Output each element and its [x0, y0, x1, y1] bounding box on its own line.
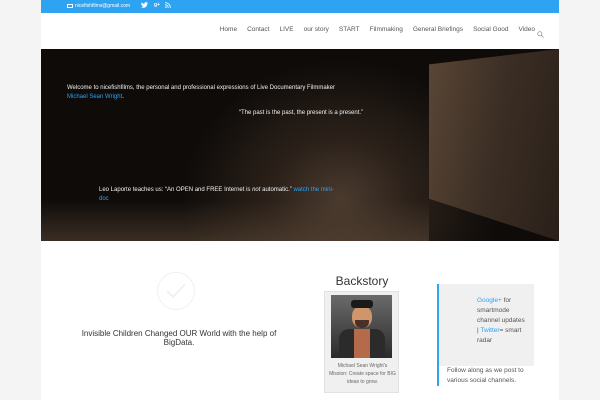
nav-menu: Home Contact LIVE our story START Filmma…: [220, 26, 535, 33]
nav-item-live[interactable]: LIVE: [279, 26, 293, 33]
welcome-period: .: [122, 94, 124, 100]
hero-quote: “The past is the past, the present is a …: [239, 110, 364, 116]
nav-item-start[interactable]: START: [339, 26, 360, 33]
top-bar: nicefishfilms@gmail.com g+: [41, 0, 559, 13]
filmmaker-link[interactable]: Michael Sean Wright: [67, 94, 122, 100]
hero-background-wall: [429, 49, 559, 241]
social-updates-text: Google+ for smartmode channel updates | …: [477, 296, 527, 346]
twitter-icon[interactable]: [141, 2, 148, 10]
leo-prefix: Leo Laporte teaches us: “An OPEN and FRE…: [99, 187, 253, 193]
rss-icon[interactable]: [164, 2, 171, 10]
backstory-title: Backstory: [335, 274, 389, 288]
hero-background-floor: [41, 199, 429, 241]
nav-item-filmmaking[interactable]: Filmmaking: [370, 26, 403, 33]
nav-item-general-briefings[interactable]: General Briefings: [413, 26, 463, 33]
hero-leo-text: Leo Laporte teaches us: “An OPEN and FRE…: [99, 186, 339, 204]
checkmark-icon: [157, 272, 195, 310]
email-address[interactable]: nicefishfilms@gmail.com: [75, 3, 130, 9]
backstory-caption: Michael Sean Wright's Mission: Create sp…: [329, 363, 396, 385]
twitter-link[interactable]: Twitter: [480, 327, 499, 334]
nav-item-home[interactable]: Home: [220, 26, 237, 33]
top-bar-email[interactable]: nicefishfilms@gmail.com: [67, 3, 130, 9]
main-navigation: Home Contact LIVE our story START Filmma…: [41, 13, 559, 50]
nav-item-contact[interactable]: Contact: [247, 26, 269, 33]
nav-item-our-story[interactable]: our story: [304, 26, 329, 33]
welcome-sentence: Welcome to nicefishfilms, the personal a…: [67, 85, 336, 91]
nav-item-video[interactable]: Video: [518, 26, 535, 33]
hero-welcome-text: Welcome to nicefishfilms, the personal a…: [67, 84, 335, 102]
envelope-icon: [67, 4, 73, 8]
google-plus-link[interactable]: Google+: [477, 297, 502, 304]
nav-item-social-good[interactable]: Social Good: [473, 26, 508, 33]
google-plus-icon[interactable]: g+: [154, 2, 160, 8]
search-icon[interactable]: [537, 25, 544, 38]
social-updates-box: Google+ for smartmode channel updates | …: [437, 284, 534, 366]
invisible-children-heading: Invisible Children Changed OUR World wit…: [81, 329, 277, 347]
michael-sean-wright-photo[interactable]: [331, 295, 392, 358]
leo-middle: automatic.”: [260, 187, 294, 193]
follow-along-text: Follow along as we post to various socia…: [437, 366, 534, 386]
hero-banner: Welcome to nicefishfilms, the personal a…: [41, 49, 559, 241]
backstory-card: Michael Sean Wright's Mission: Create sp…: [324, 291, 399, 393]
